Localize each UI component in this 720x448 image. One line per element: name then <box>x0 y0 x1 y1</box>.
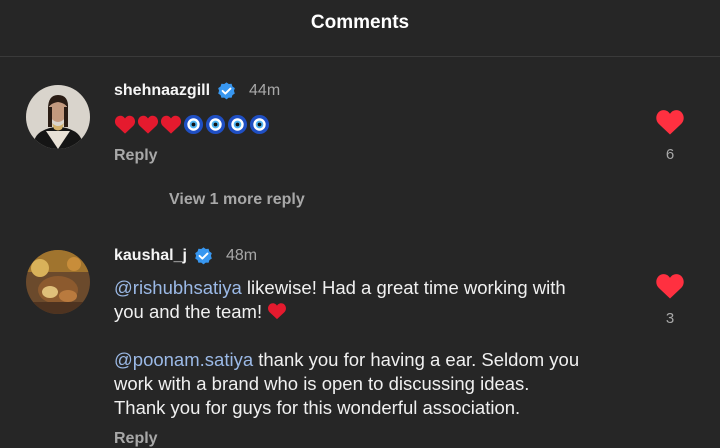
comment-paragraph: @rishubhsatiya likewise! Had a great tim… <box>114 276 634 324</box>
like-count: 6 <box>665 146 675 163</box>
nazar-amulet-icon <box>205 114 226 134</box>
reply-button[interactable]: Reply <box>114 147 158 165</box>
nazar-amulet-icon <box>227 114 248 134</box>
comment-time: 44m <box>249 82 281 99</box>
view-more-replies-button[interactable]: View 1 more reply <box>169 191 305 209</box>
red-heart-icon <box>114 115 136 134</box>
reply-button[interactable]: Reply <box>114 430 158 448</box>
page-title: Comments <box>310 12 410 33</box>
comments-header: Comments <box>0 0 720 57</box>
comment-text-line: you and the team! <box>114 301 268 322</box>
comment-text <box>114 112 634 136</box>
comment-text-line: Thank you for guys for this wonderful as… <box>114 397 521 418</box>
avatar[interactable] <box>26 250 90 314</box>
red-heart-icon <box>137 115 159 134</box>
username[interactable]: kaushal_j <box>114 247 187 265</box>
emoji-row <box>114 112 634 136</box>
red-heart-icon <box>268 303 287 320</box>
comment-header: shehnaazgill 44m <box>114 79 280 103</box>
comment-text-line: likewise! Had a great time working with <box>241 277 566 298</box>
comment-header: kaushal_j 48m <box>114 244 257 268</box>
like-count: 3 <box>665 310 675 327</box>
like-heart-icon[interactable] <box>655 272 685 300</box>
comment-text-line: work with a brand who is open to discuss… <box>114 373 530 394</box>
username[interactable]: shehnaazgill <box>114 82 210 100</box>
verified-badge-icon <box>195 246 212 264</box>
red-heart-icon <box>160 115 182 134</box>
verified-badge-icon <box>218 81 235 99</box>
mention-link[interactable]: @poonam.satiya <box>114 349 253 370</box>
nazar-amulet-icon <box>183 114 204 134</box>
comment-time: 48m <box>225 247 258 264</box>
mention-link[interactable]: @rishubhsatiya <box>114 277 242 298</box>
comment-text: @rishubhsatiya likewise! Had a great tim… <box>114 276 634 420</box>
avatar[interactable] <box>26 85 90 149</box>
comment-text-line: thank you for having a ear. Seldom you <box>253 349 580 370</box>
like-heart-icon[interactable] <box>655 108 685 136</box>
comment-paragraph: @poonam.satiya thank you for having a ea… <box>114 348 634 420</box>
nazar-amulet-icon <box>249 114 270 134</box>
